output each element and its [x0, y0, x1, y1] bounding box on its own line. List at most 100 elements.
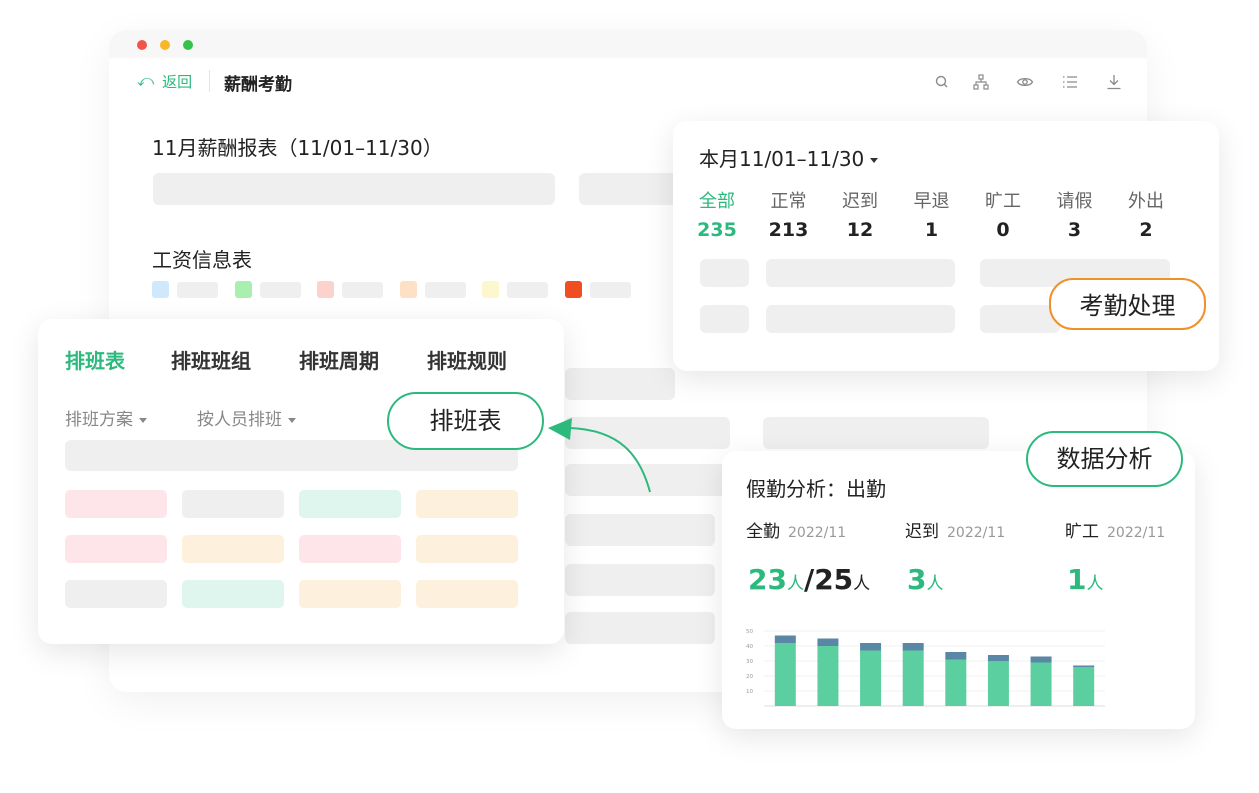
table-row-placeholder: [565, 368, 675, 400]
schedule-cell[interactable]: [182, 535, 284, 563]
back-button[interactable]: ⤺ 返回: [137, 70, 192, 92]
bar-1: [902, 643, 924, 651]
stat-label[interactable]: 早退: [902, 187, 962, 213]
arrow-icon: [548, 418, 651, 493]
legend-label-placeholder: [342, 282, 383, 298]
schedule-cell[interactable]: [65, 490, 167, 518]
bar-1: [817, 638, 839, 646]
schedule-card: 排班方案 按人员排班 排班表 排班班组 排班周期 排班规则: [38, 319, 564, 644]
schedule-cell[interactable]: [416, 580, 518, 608]
row-placeholder: [700, 305, 749, 333]
bar-1: [860, 643, 882, 651]
back-icon: ⤺: [137, 71, 155, 90]
stat-value: 213: [768, 219, 809, 241]
bar-0: [902, 650, 924, 706]
metric-date: 2022/11: [1107, 525, 1166, 541]
bar-1: [1073, 665, 1095, 667]
attendance-processing-callout[interactable]: 考勤处理: [1049, 278, 1206, 330]
metric-unit: 人: [926, 574, 944, 594]
bar-0: [1030, 662, 1052, 706]
y-tick-label: 30: [746, 659, 753, 665]
list-icon[interactable]: [1061, 73, 1079, 91]
stat-value: 235: [697, 219, 737, 241]
schedule-cell[interactable]: [65, 580, 167, 608]
bar-0: [860, 650, 882, 706]
bar-1: [987, 655, 1009, 661]
metric-date: 2022/11: [788, 525, 847, 541]
analysis-title: 假勤分析：出勤: [746, 477, 886, 501]
metric-label: 旷工 2022/11: [1065, 517, 1165, 542]
table-row-placeholder: [565, 612, 715, 644]
stat-label[interactable]: 请假: [1045, 187, 1105, 213]
metric-number: 1: [1067, 563, 1087, 596]
schedule-plan-dropdown[interactable]: 排班方案: [65, 405, 147, 430]
bar-0: [1073, 667, 1095, 706]
bar-0: [945, 659, 967, 706]
minimize-window-dot[interactable]: [160, 40, 170, 50]
metric-name: 迟到: [905, 522, 939, 542]
metric-total: 25: [814, 563, 854, 596]
schedule-cell[interactable]: [416, 535, 518, 563]
metric-name: 全勤: [746, 522, 780, 542]
data-analysis-callout[interactable]: 数据分析: [1026, 431, 1183, 487]
tab-1[interactable]: 排班班组: [171, 345, 251, 374]
page-title: 薪酬考勤: [224, 75, 292, 95]
tab-0[interactable]: 排班表: [65, 345, 125, 374]
tab-2[interactable]: 排班周期: [299, 345, 379, 374]
schedule-cell[interactable]: [182, 580, 284, 608]
schedule-table-callout[interactable]: 排班表: [387, 392, 544, 450]
close-window-dot[interactable]: [137, 40, 147, 50]
schedule-cell[interactable]: [299, 580, 401, 608]
row-placeholder: [766, 259, 955, 287]
download-icon[interactable]: [1105, 73, 1123, 91]
row-placeholder: [700, 259, 749, 287]
schedule-cell[interactable]: [65, 535, 167, 563]
stat-label[interactable]: 外出: [1116, 187, 1176, 213]
legend-label-placeholder: [424, 282, 466, 298]
row-placeholder: [766, 305, 955, 333]
stat-value: 2: [1139, 219, 1153, 241]
schedule-cell[interactable]: [299, 490, 401, 518]
report-filter-placeholder: [153, 173, 555, 205]
tab-3[interactable]: 排班规则: [427, 345, 507, 374]
legend-swatch: [317, 281, 334, 298]
bar-0: [987, 661, 1009, 706]
bar-0: [774, 643, 796, 706]
chevron-down-icon: [139, 417, 147, 423]
metric-separator: /: [803, 563, 815, 596]
org-chart-icon[interactable]: [972, 73, 990, 91]
metric-value: 3人: [907, 563, 943, 596]
stat-label[interactable]: 迟到: [830, 187, 890, 213]
chevron-down-icon: [288, 417, 296, 423]
salary-table-title: 工资信息表: [152, 248, 252, 272]
stat-label[interactable]: 全部: [687, 187, 747, 213]
metric-name: 旷工: [1065, 522, 1099, 542]
bar-0: [817, 646, 839, 706]
chevron-down-icon: [870, 158, 879, 163]
legend-label-placeholder: [177, 282, 218, 298]
y-tick-label: 10: [746, 689, 753, 695]
search-icon[interactable]: [933, 73, 951, 91]
attendance-bar-chart: 50 40 30 20 10: [746, 629, 1105, 707]
metric-value: 1人: [1067, 563, 1103, 596]
eye-icon[interactable]: [1016, 73, 1034, 91]
legend-swatch: [234, 281, 252, 298]
stat-label[interactable]: 正常: [759, 187, 819, 213]
table-row-placeholder: [565, 514, 715, 546]
legend-swatch: [482, 281, 499, 298]
bar-1: [1030, 656, 1052, 663]
metric-unit: 人: [1086, 574, 1104, 594]
period-dropdown[interactable]: 本月11/01–11/30: [699, 143, 879, 172]
bar-1: [774, 635, 796, 643]
schedule-cell[interactable]: [182, 490, 284, 518]
legend-swatch: [152, 281, 169, 298]
schedule-by-person-dropdown[interactable]: 按人员排班: [197, 405, 296, 430]
maximize-window-dot[interactable]: [183, 40, 193, 50]
report-title: 11月薪酬报表（11/01–11/30）: [152, 136, 443, 160]
metric-date: 2022/11: [947, 525, 1006, 541]
bar-1: [945, 652, 967, 660]
schedule-cell[interactable]: [299, 535, 401, 563]
legend-swatch: [399, 281, 417, 298]
stat-label[interactable]: 旷工: [973, 187, 1033, 213]
schedule-cell[interactable]: [416, 490, 518, 518]
